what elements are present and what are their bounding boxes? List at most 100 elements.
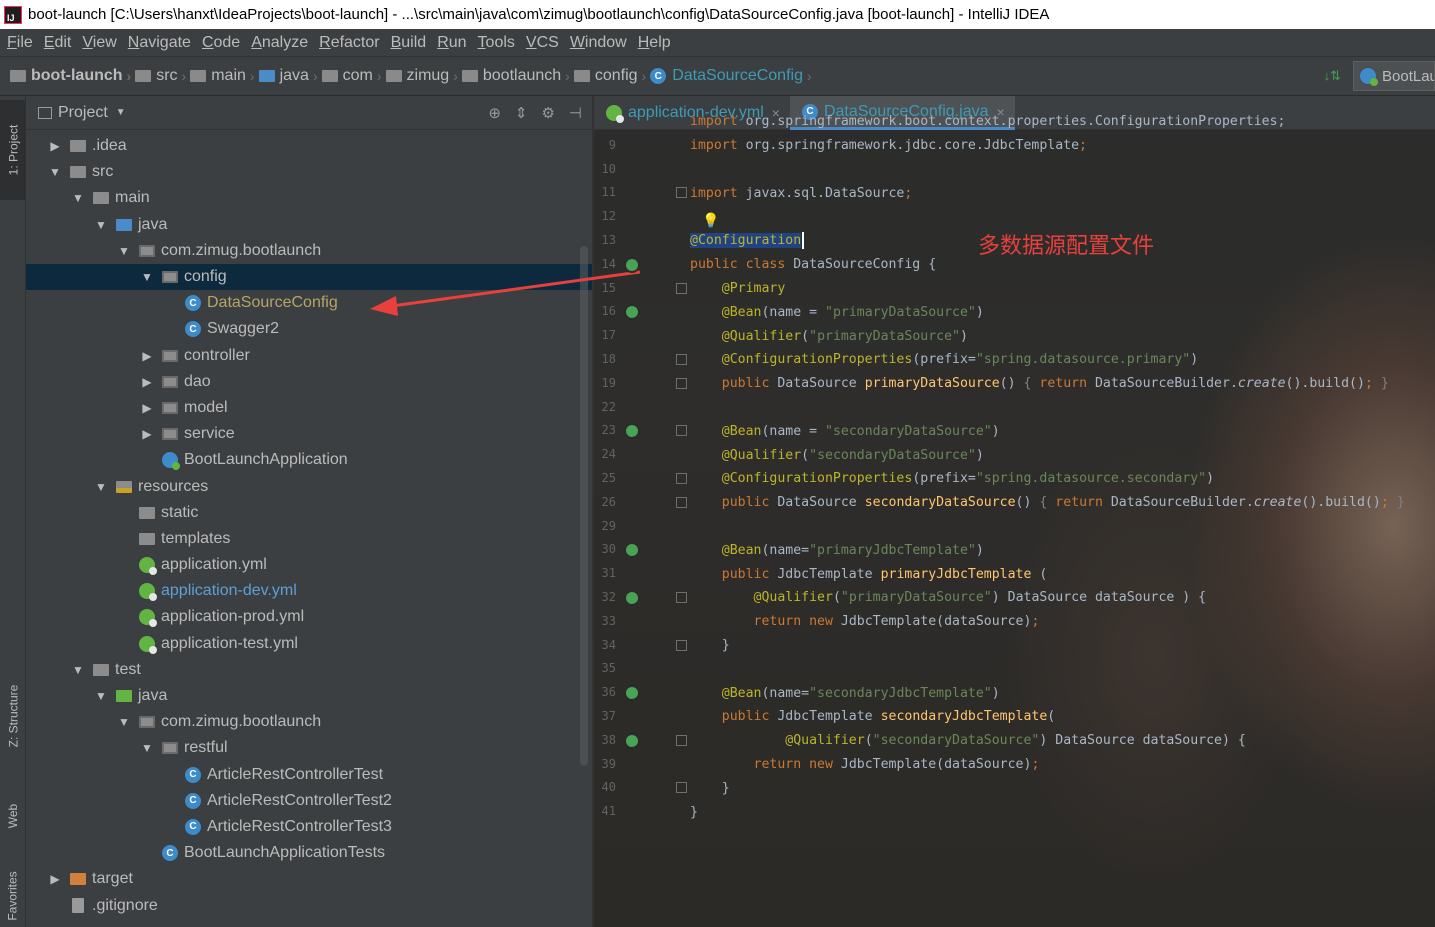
code-line[interactable]: } — [690, 800, 698, 824]
code-line[interactable]: return new JdbcTemplate(dataSource); — [690, 753, 1040, 777]
breadcrumb-current[interactable]: C DataSourceConfig › — [650, 67, 812, 85]
tree-node[interactable]: ▼ main — [26, 185, 592, 211]
tree-node[interactable]: ▶BootLaunchApplication — [26, 447, 592, 473]
tree-node[interactable]: ▶CArticleRestControllerTest2 — [26, 788, 592, 814]
code-line[interactable]: public class DataSourceConfig { — [690, 253, 936, 277]
fold-marker-icon[interactable] — [676, 592, 687, 603]
spring-bean-icon[interactable] — [624, 423, 640, 440]
chevron-down-icon[interactable]: ▼ — [117, 715, 131, 729]
tree-node[interactable]: ▶ service — [26, 421, 592, 447]
chevron-down-icon[interactable]: ▼ — [94, 480, 108, 494]
menu-refactor[interactable]: Refactor — [314, 34, 385, 52]
vcs-update-icon[interactable]: ↓⇅ — [1324, 68, 1341, 84]
fold-marker-icon[interactable] — [676, 187, 687, 199]
breadcrumb-item[interactable]: config › — [573, 67, 646, 85]
tree-node[interactable]: ▶ .idea — [26, 133, 592, 159]
chevron-right-icon[interactable]: ▶ — [140, 349, 154, 363]
hide-icon[interactable]: ⊣ — [569, 104, 582, 122]
menu-code[interactable]: Code — [197, 34, 246, 52]
tree-node[interactable]: ▶CBootLaunchApplicationTests — [26, 840, 592, 866]
chevron-down-icon[interactable]: ▼ — [71, 191, 85, 205]
code-line[interactable]: return new JdbcTemplate(dataSource); — [690, 610, 1040, 634]
chevron-right-icon[interactable]: ▶ — [140, 427, 154, 441]
tree-node[interactable]: ▶ controller — [26, 343, 592, 369]
tree-node[interactable]: ▼ restful — [26, 735, 592, 761]
code-line[interactable]: public JdbcTemplate secondaryJdbcTemplat… — [690, 705, 1055, 729]
tree-node[interactable]: ▶application-prod.yml — [26, 604, 592, 630]
chevron-down-icon[interactable]: ▼ — [116, 107, 126, 118]
code-line[interactable]: public DataSource secondaryDataSource() … — [690, 491, 1405, 515]
breadcrumb-item[interactable]: main › — [190, 67, 255, 85]
fold-marker-icon[interactable] — [676, 377, 687, 389]
chevron-right-icon[interactable]: ▶ — [48, 872, 62, 886]
chevron-down-icon[interactable]: ▼ — [117, 244, 131, 258]
menu-view[interactable]: View — [77, 34, 122, 52]
spring-bean-icon[interactable] — [624, 685, 640, 702]
tree-node[interactable]: ▼ com.zimug.bootlaunch — [26, 709, 592, 735]
spring-bean-icon[interactable] — [624, 590, 640, 606]
code-line[interactable]: import javax.sql.DataSource; — [690, 181, 912, 205]
spring-bean-icon[interactable] — [624, 732, 640, 749]
breadcrumb-item[interactable]: bootlaunch › — [461, 67, 570, 85]
code-line[interactable]: @Configuration — [690, 229, 805, 253]
menu-vcs[interactable]: VCS — [521, 34, 565, 52]
code-line[interactable]: @Primary — [690, 277, 786, 301]
code-line[interactable]: @Bean (name= "primaryJdbcTemplate") — [690, 538, 984, 562]
code-line[interactable]: @Bean (name= "secondaryJdbcTemplate") — [690, 681, 1000, 705]
code-line[interactable]: } — [690, 634, 730, 658]
menu-help[interactable]: Help — [633, 34, 677, 52]
tool-tab-web[interactable]: Web — [0, 786, 26, 846]
menu-file[interactable]: File — [2, 34, 39, 52]
chevron-right-icon[interactable]: ▶ — [140, 401, 154, 415]
tree-node[interactable]: ▼ config — [26, 263, 592, 291]
menu-window[interactable]: Window — [565, 34, 633, 52]
run-configuration-select[interactable]: BootLaunchApplication — [1353, 61, 1435, 91]
chevron-down-icon[interactable]: ▼ — [94, 218, 108, 232]
tree-node[interactable]: ▶CSwagger2 — [26, 316, 592, 342]
fold-marker-icon[interactable] — [676, 782, 687, 794]
project-panel-title[interactable]: Project — [58, 104, 108, 122]
code-line[interactable]: import org.springframework.jdbc.core.Jdb… — [690, 134, 1087, 158]
tree-node[interactable]: ▶ dao — [26, 369, 592, 395]
tree-node[interactable]: ▶ target — [26, 866, 592, 892]
code-line[interactable]: @ConfigurationProperties (prefix= "spring.… — [690, 348, 1198, 372]
tree-node[interactable]: ▶CDataSourceConfig — [26, 290, 592, 316]
breadcrumb-item[interactable]: boot-launch › — [10, 67, 131, 85]
lightbulb-icon[interactable]: 💡 — [702, 212, 719, 229]
collapse-all-icon[interactable]: ⇕ — [515, 104, 528, 122]
chevron-down-icon[interactable]: ▼ — [140, 270, 154, 284]
breadcrumb-item[interactable]: zimug › — [385, 67, 458, 85]
breadcrumb-item[interactable]: com › — [321, 67, 382, 85]
tree-node[interactable]: ▼ test — [26, 657, 592, 683]
chevron-down-icon[interactable]: ▼ — [94, 689, 108, 703]
spring-bean-icon[interactable] — [624, 304, 640, 321]
menu-edit[interactable]: Edit — [39, 34, 78, 52]
tree-node[interactable]: ▼ java — [26, 683, 592, 709]
code-line[interactable]: import org.springframework.boot.context.… — [690, 110, 1285, 134]
menu-tools[interactable]: Tools — [473, 34, 521, 52]
fold-marker-icon[interactable] — [676, 734, 687, 746]
vertical-scrollbar[interactable] — [580, 246, 588, 766]
menu-navigate[interactable]: Navigate — [123, 34, 197, 52]
breadcrumb-item[interactable]: src › — [135, 67, 186, 85]
tree-node[interactable]: ▶ model — [26, 395, 592, 421]
tree-node[interactable]: ▼ com.zimug.bootlaunch — [26, 238, 592, 264]
menu-build[interactable]: Build — [386, 34, 433, 52]
tree-node[interactable]: ▶application.yml — [26, 552, 592, 578]
tree-node[interactable]: ▶static — [26, 500, 592, 526]
fold-marker-icon[interactable] — [676, 473, 687, 484]
code-line[interactable]: @Qualifier("secondaryDataSource") — [690, 443, 984, 467]
code-line[interactable]: @Bean (name = "primaryDataSource") — [690, 300, 984, 324]
tool-tab-structure[interactable]: Z: Structure — [0, 656, 26, 776]
tree-node[interactable]: ▶CArticleRestControllerTest3 — [26, 814, 592, 840]
tree-node[interactable]: ▶templates — [26, 526, 592, 552]
fold-marker-icon[interactable] — [676, 496, 687, 508]
chevron-down-icon[interactable]: ▼ — [71, 663, 85, 677]
tree-node[interactable]: ▶.gitignore — [26, 892, 592, 918]
spring-bean-icon[interactable] — [624, 542, 640, 559]
code-line[interactable]: @Qualifier("primaryDataSource") — [690, 324, 968, 348]
code-line[interactable]: @ConfigurationProperties (prefix= "spring.… — [690, 467, 1214, 491]
tree-node[interactable]: ▼ src — [26, 159, 592, 185]
code-line[interactable]: @Qualifier("secondaryDataSource") DataSo… — [690, 729, 1246, 753]
menu-run[interactable]: Run — [432, 34, 472, 52]
